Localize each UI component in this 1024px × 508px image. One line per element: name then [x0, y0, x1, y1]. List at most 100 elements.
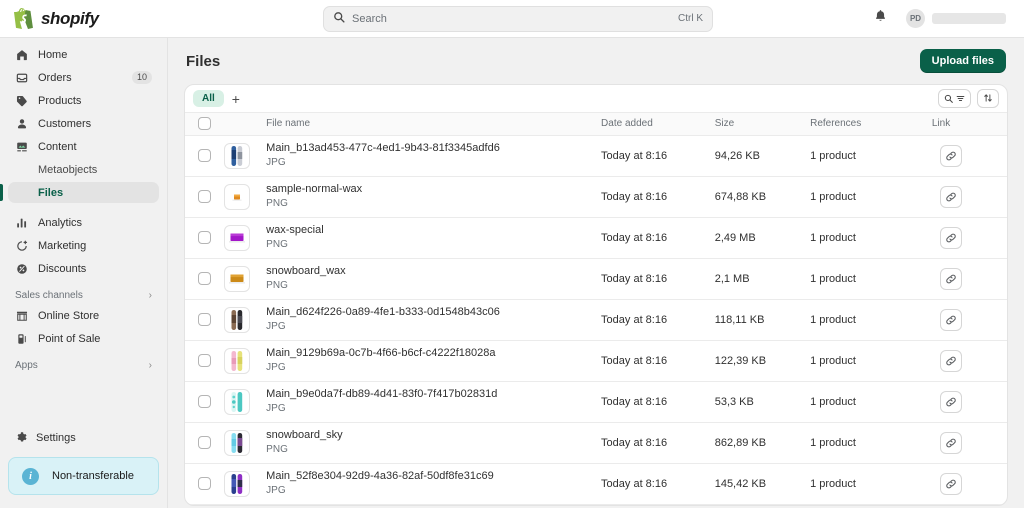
row-checkbox[interactable]	[198, 395, 211, 408]
row-date-added: Today at 8:16	[601, 176, 715, 217]
table-row[interactable]: Main_52f8e304-92d9-4a36-82af-50df8fe31c6…	[185, 463, 1007, 504]
copy-link-button[interactable]	[940, 391, 962, 413]
tab-all[interactable]: All	[193, 90, 224, 107]
sidebar-item-point-of-sale[interactable]: Point of Sale	[8, 328, 159, 349]
brand-logo[interactable]: shopify	[0, 8, 168, 30]
sidebar-item-settings[interactable]: Settings	[8, 427, 159, 448]
file-thumbnail-snowboard-pink-yellow-pair[interactable]	[224, 348, 250, 374]
search-input[interactable]: Search Ctrl K	[323, 6, 713, 32]
file-name[interactable]: snowboard_sky	[266, 428, 601, 443]
sidebar-section-apps[interactable]: Apps ›	[8, 355, 159, 375]
add-view-button[interactable]: +	[224, 92, 248, 106]
file-thumbnail-wax-purple[interactable]	[224, 225, 250, 251]
file-name[interactable]: Main_d624f226-0a89-4fe1-b333-0d1548b43c0…	[266, 305, 601, 320]
search-filter-button[interactable]	[938, 89, 971, 108]
sidebar-item-marketing[interactable]: Marketing	[8, 235, 159, 256]
sort-button[interactable]	[977, 89, 999, 108]
row-checkbox[interactable]	[198, 313, 211, 326]
table-row[interactable]: Main_b9e0da7f-db89-4d41-83f0-7f417b02831…	[185, 381, 1007, 422]
file-name[interactable]: Main_b9e0da7f-db89-4d41-83f0-7f417b02831…	[266, 387, 601, 402]
sidebar-item-home[interactable]: Home	[8, 44, 159, 65]
sidebar-item-products[interactable]: Products	[8, 90, 159, 111]
file-name[interactable]: wax-special	[266, 223, 601, 238]
row-checkbox[interactable]	[198, 272, 211, 285]
sidebar-item-label: Online Store	[38, 310, 152, 322]
row-thumbnail-cell	[224, 463, 267, 504]
brand-name: shopify	[41, 9, 99, 29]
column-header-link[interactable]: Link	[932, 113, 1007, 135]
account-menu-button[interactable]: PD	[902, 7, 1010, 30]
sidebar-item-orders[interactable]: Orders 10	[8, 67, 159, 88]
file-name[interactable]: Main_b13ad453-477c-4ed1-9b43-81f3345adfd…	[266, 141, 601, 156]
sidebar-spacer	[0, 375, 167, 427]
row-checkbox[interactable]	[198, 149, 211, 162]
file-thumbnail-snowboard-blue-pair[interactable]	[224, 143, 250, 169]
file-thumbnail-snowboard-blue-purple-pair[interactable]	[224, 471, 250, 497]
home-icon	[15, 49, 29, 61]
sidebar-item-metaobjects[interactable]: Metaobjects	[8, 159, 159, 180]
row-checkbox[interactable]	[198, 436, 211, 449]
sidebar: Home Orders 10 Products	[0, 38, 168, 508]
sidebar-item-customers[interactable]: Customers	[8, 113, 159, 134]
file-thumbnail-snowboard-sky-dark-pair[interactable]	[224, 430, 250, 456]
copy-link-button[interactable]	[940, 186, 962, 208]
column-header-references[interactable]: References	[810, 113, 932, 135]
column-header-file-name[interactable]: File name	[266, 113, 601, 135]
row-date-added: Today at 8:16	[601, 381, 715, 422]
row-checkbox[interactable]	[198, 190, 211, 203]
sidebar-item-content[interactable]: Content	[8, 136, 159, 157]
table-row[interactable]: sample-normal-waxPNGToday at 8:16674,88 …	[185, 176, 1007, 217]
copy-link-button[interactable]	[940, 432, 962, 454]
row-thumbnail-cell	[224, 135, 267, 176]
copy-link-button[interactable]	[940, 227, 962, 249]
column-header-size[interactable]: Size	[715, 113, 810, 135]
copy-link-button[interactable]	[940, 350, 962, 372]
file-name[interactable]: sample-normal-wax	[266, 182, 601, 197]
sidebar-item-online-store[interactable]: Online Store	[8, 305, 159, 326]
file-thumbnail-wax-small-orange[interactable]	[224, 184, 250, 210]
upload-files-button[interactable]: Upload files	[920, 49, 1006, 73]
gear-icon	[15, 430, 27, 445]
row-checkbox[interactable]	[198, 231, 211, 244]
row-size: 94,26 KB	[715, 135, 810, 176]
copy-link-button[interactable]	[940, 309, 962, 331]
file-thumbnail-snowboard-teal-pair[interactable]	[224, 389, 250, 415]
row-select-cell	[185, 299, 224, 340]
copy-link-button[interactable]	[940, 268, 962, 290]
status-badge-label: Non-transferable	[52, 470, 134, 482]
select-all-checkbox[interactable]	[198, 117, 211, 130]
file-name[interactable]: snowboard_wax	[266, 264, 601, 279]
sidebar-item-discounts[interactable]: Discounts	[8, 258, 159, 279]
column-header-date-added[interactable]: Date added	[601, 113, 715, 135]
file-name[interactable]: Main_9129b69a-0c7b-4f66-b6cf-c4222f18028…	[266, 346, 601, 361]
shopify-admin-window: shopify Search Ctrl K	[0, 0, 1024, 508]
file-thumbnail-wax-orange[interactable]	[224, 266, 250, 292]
row-size: 145,42 KB	[715, 463, 810, 504]
table-row[interactable]: snowboard_waxPNGToday at 8:162,1 MB1 pro…	[185, 258, 1007, 299]
table-header: File name Date added Size References Lin…	[185, 113, 1007, 135]
table-row[interactable]: wax-specialPNGToday at 8:162,49 MB1 prod…	[185, 217, 1007, 258]
chevron-right-icon: ›	[149, 360, 152, 371]
row-file-name-cell: wax-specialPNG	[266, 217, 601, 258]
row-checkbox[interactable]	[198, 477, 211, 490]
section-label: Apps	[15, 360, 38, 371]
file-name[interactable]: Main_52f8e304-92d9-4a36-82af-50df8fe31c6…	[266, 469, 601, 484]
file-thumbnail-snowboard-brown-dark-pair[interactable]	[224, 307, 250, 333]
row-checkbox[interactable]	[198, 354, 211, 367]
sidebar-item-files[interactable]: Files	[8, 182, 159, 203]
row-link-cell	[932, 340, 1007, 381]
table-row[interactable]: Main_d624f226-0a89-4fe1-b333-0d1548b43c0…	[185, 299, 1007, 340]
table-row[interactable]: Main_b13ad453-477c-4ed1-9b43-81f3345adfd…	[185, 135, 1007, 176]
orders-count-badge: 10	[132, 71, 152, 84]
sidebar-item-label: Products	[38, 95, 152, 107]
table-row[interactable]: snowboard_skyPNGToday at 8:16862,89 KB1 …	[185, 422, 1007, 463]
row-thumbnail-cell	[224, 217, 267, 258]
sidebar-item-analytics[interactable]: Analytics	[8, 212, 159, 233]
notifications-button[interactable]	[868, 7, 892, 31]
copy-link-button[interactable]	[940, 473, 962, 495]
sidebar-section-sales-channels[interactable]: Sales channels ›	[8, 285, 159, 305]
row-thumbnail-cell	[224, 422, 267, 463]
copy-link-button[interactable]	[940, 145, 962, 167]
select-all-cell	[185, 113, 224, 135]
table-row[interactable]: Main_9129b69a-0c7b-4f66-b6cf-c4222f18028…	[185, 340, 1007, 381]
